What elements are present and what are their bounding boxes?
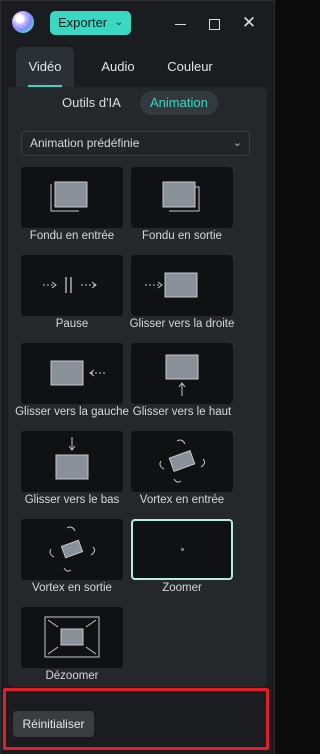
title-bar: Exporter ⌄ ✕ <box>1 1 274 43</box>
chevron-down-icon: ⌄ <box>232 137 242 149</box>
preset-slide-left[interactable]: Glisser vers la gauche <box>15 343 129 421</box>
slide-left-icon <box>21 343 123 404</box>
video-panel: Outils d'IA Animation Animation prédéfin… <box>8 87 267 687</box>
maximize-button[interactable] <box>202 11 226 35</box>
vortex-in-icon <box>131 431 233 492</box>
slide-right-icon <box>131 255 233 316</box>
preset-label: Glisser vers le haut <box>132 406 232 418</box>
preset-slide-down[interactable]: Glisser vers le bas <box>21 431 123 509</box>
preset-pause[interactable]: Pause <box>21 255 123 333</box>
fade-out-icon <box>131 167 233 228</box>
tab-audio[interactable]: Audio <box>93 47 143 87</box>
maximize-icon <box>208 18 220 30</box>
preset-label: Pause <box>55 318 89 330</box>
minimize-button[interactable] <box>168 11 192 35</box>
preset-label: Vortex en entrée <box>139 494 225 506</box>
animation-window: Exporter ⌄ ✕ Vidéo Audio Couleur Outils … <box>0 0 275 754</box>
preset-slide-up[interactable]: Glisser vers le haut <box>131 343 233 421</box>
preset-label: Glisser vers la gauche <box>15 406 129 418</box>
preset-label: Vortex en sortie <box>32 582 112 594</box>
export-button[interactable]: Exporter ⌄ <box>50 11 131 35</box>
preset-label: Glisser vers le bas <box>24 494 120 506</box>
main-tabs: Vidéo Audio Couleur <box>1 47 274 87</box>
close-button[interactable]: ✕ <box>237 11 261 35</box>
vortex-out-icon <box>21 519 123 580</box>
preset-label: Glisser vers la droite <box>129 318 235 330</box>
animation-type-select[interactable]: Animation prédéfinie ⌄ <box>21 131 250 156</box>
reset-button[interactable]: Réinitialiser <box>13 711 94 737</box>
subtab-ai-tools[interactable]: Outils d'IA <box>52 91 131 115</box>
preset-label: Fondu en entrée <box>29 230 115 242</box>
tab-couleur[interactable]: Couleur <box>161 47 219 87</box>
export-label: Exporter <box>58 15 108 30</box>
tab-video[interactable]: Vidéo <box>16 47 74 87</box>
sub-tabs: Outils d'IA Animation <box>8 87 267 119</box>
subtab-animation[interactable]: Animation <box>140 91 218 115</box>
zoom-out-icon <box>21 607 123 668</box>
preset-zoom-out[interactable]: Dézoomer <box>21 607 123 685</box>
preset-vortex-out[interactable]: Vortex en sortie <box>21 519 123 597</box>
pause-icon <box>21 255 123 316</box>
preset-slide-right[interactable]: Glisser vers la droite <box>130 255 234 333</box>
preset-label: Fondu en sortie <box>142 230 222 242</box>
slide-down-icon <box>21 431 123 492</box>
minimize-icon <box>174 23 186 26</box>
preset-label: Dézoomer <box>45 670 99 682</box>
fade-in-icon <box>21 167 123 228</box>
preset-label: Zoomer <box>162 582 202 594</box>
slide-up-icon <box>131 343 233 404</box>
preset-zoom-in[interactable]: Zoomer <box>131 519 233 597</box>
chevron-down-icon: ⌄ <box>114 17 123 28</box>
preset-fade-in[interactable]: Fondu en entrée <box>21 167 123 245</box>
zoom-in-icon <box>131 519 233 580</box>
preset-vortex-in[interactable]: Vortex en entrée <box>131 431 233 509</box>
app-logo-icon <box>12 11 34 33</box>
animation-type-value: Animation prédéfinie <box>30 136 140 150</box>
preset-fade-out[interactable]: Fondu en sortie <box>131 167 233 245</box>
